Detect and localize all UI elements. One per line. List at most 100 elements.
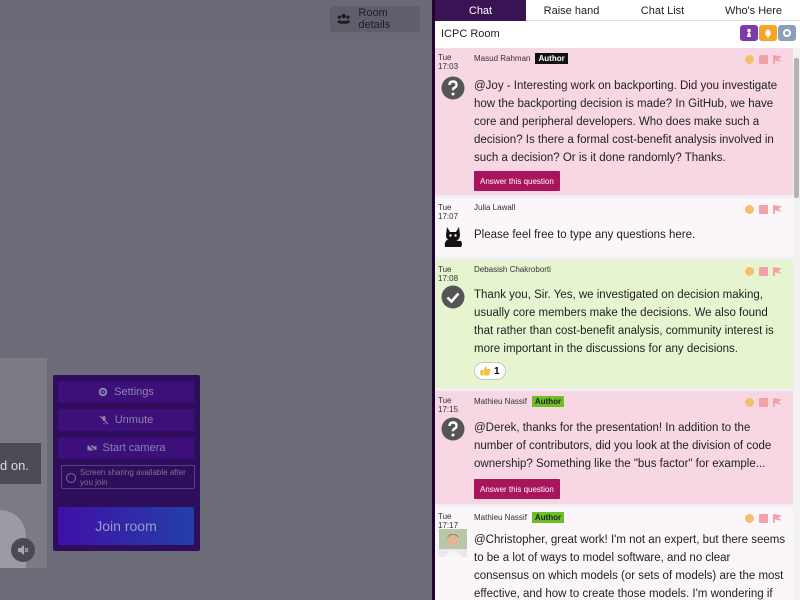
message-time: 17:03 — [438, 62, 459, 71]
top-bar: Room details — [0, 0, 432, 38]
gear-icon — [783, 29, 791, 37]
flag-icon[interactable] — [773, 55, 782, 64]
message-author: Debasish Chakroborti — [474, 265, 551, 274]
message-author: Mathieu Nassif — [474, 397, 527, 406]
message-text: @Christopher, great work! I'm not an exp… — [474, 534, 786, 600]
message-text: Please feel free to type any questions h… — [474, 229, 696, 241]
message-author: Mathieu Nassif — [474, 513, 527, 522]
flag-icon[interactable] — [773, 514, 782, 523]
room-details-button[interactable]: Room details — [330, 6, 420, 32]
message-actions — [745, 514, 782, 523]
trash-icon[interactable] — [759, 398, 768, 407]
chat-message: Tue 17:03 Masud Rahman Author @Joy - Int… — [435, 48, 793, 195]
answer-question-button[interactable]: Answer this question — [474, 479, 560, 499]
chat-panel: Chat Raise hand Chat List Who's Here ICP… — [435, 0, 800, 600]
message-timestamp: Tue 17:15 — [438, 396, 458, 414]
message-day: Tue — [438, 396, 452, 405]
start-camera-button[interactable]: Start camera — [58, 437, 194, 459]
chess-piece-icon — [747, 28, 751, 37]
flag-icon[interactable] — [773, 267, 782, 276]
start-camera-label: Start camera — [102, 442, 166, 454]
message-timestamp: Tue 17:17 — [438, 512, 458, 530]
trash-icon[interactable] — [759, 267, 768, 276]
video-status-text: d on. — [0, 458, 29, 473]
answer-question-button[interactable]: Answer this question — [474, 171, 560, 191]
trash-icon[interactable] — [759, 205, 768, 214]
trash-icon[interactable] — [759, 514, 768, 523]
message-header: Debasish Chakroborti — [474, 265, 551, 274]
message-actions — [745, 205, 782, 214]
screen-share-note: Screen sharing available after you join — [61, 465, 195, 489]
user-photo — [439, 529, 467, 557]
message-header: Julia Lawall — [474, 203, 515, 212]
message-list: Tue 17:03 Masud Rahman Author @Joy - Int… — [435, 48, 793, 600]
message-author: Julia Lawall — [474, 203, 516, 212]
message-time: 17:08 — [438, 274, 459, 283]
microphone-slash-icon — [99, 415, 109, 425]
message-header: Mathieu Nassif Author — [474, 512, 565, 523]
tab-chat-list[interactable]: Chat List — [617, 0, 708, 21]
join-room-button[interactable]: Join room — [58, 507, 194, 545]
flag-icon[interactable] — [773, 398, 782, 407]
notifications-button[interactable] — [759, 25, 777, 41]
chat-message: Tue 17:07 Julia Lawall Please feel free … — [435, 198, 793, 257]
smile-icon[interactable] — [745, 267, 754, 276]
camera-slash-icon — [87, 443, 97, 453]
message-day: Tue — [438, 53, 452, 62]
message-day: Tue — [438, 203, 452, 212]
question-icon — [441, 417, 465, 441]
message-actions — [745, 267, 782, 276]
message-timestamp: Tue 17:07 — [438, 203, 458, 221]
thumbs-up-icon — [480, 366, 491, 376]
cat-icon — [444, 227, 462, 247]
check-icon — [441, 285, 465, 309]
screen-share-text: Screen sharing available after you join — [80, 468, 186, 487]
unmute-button[interactable]: Unmute — [58, 409, 194, 431]
message-text: @Joy - Interesting work on backporting. … — [474, 80, 778, 164]
question-icon — [441, 76, 465, 100]
flag-icon[interactable] — [773, 205, 782, 214]
author-badge: Author — [531, 396, 565, 407]
settings-label: Settings — [114, 386, 154, 398]
message-actions — [745, 398, 782, 407]
chat-settings-button[interactable] — [778, 25, 796, 41]
reaction-count: 1 — [494, 365, 500, 377]
bell-icon — [765, 29, 771, 38]
tab-raise-hand[interactable]: Raise hand — [526, 0, 617, 21]
message-day: Tue — [438, 265, 452, 274]
tab-chat[interactable]: Chat — [435, 0, 526, 21]
message-text: @Derek, thanks for the presentation! In … — [474, 422, 772, 470]
chat-message: Tue 17:17 Mathieu Nassif Author @Christo… — [435, 507, 793, 600]
reaction-chip[interactable]: 1 — [474, 362, 506, 380]
message-actions — [745, 55, 782, 64]
smile-icon[interactable] — [745, 205, 754, 214]
message-time: 17:07 — [438, 212, 459, 221]
gear-icon — [98, 387, 108, 397]
message-timestamp: Tue 17:03 — [438, 53, 458, 71]
moderation-button[interactable] — [740, 25, 758, 41]
unmute-label: Unmute — [114, 414, 154, 426]
trash-icon[interactable] — [759, 55, 768, 64]
chat-message: Tue 17:08 Debasish Chakroborti Thank you… — [435, 260, 793, 388]
room-details-label: Room details — [358, 7, 391, 31]
smile-icon[interactable] — [745, 55, 754, 64]
smile-icon[interactable] — [745, 398, 754, 407]
settings-button[interactable]: Settings — [58, 381, 194, 403]
author-badge: Author — [535, 53, 568, 64]
chat-scrollbar[interactable] — [793, 48, 800, 600]
tab-whos-here[interactable]: Who's Here — [708, 0, 799, 21]
users-icon — [337, 13, 351, 24]
room-title: ICPC Room — [441, 28, 500, 40]
smile-icon[interactable] — [745, 514, 754, 523]
message-day: Tue — [438, 512, 452, 521]
mute-indicator[interactable] — [11, 538, 35, 562]
scrollbar-thumb[interactable] — [794, 58, 799, 198]
video-area: Room details d on. Settings Unmute Start… — [0, 0, 432, 600]
room-toolbar — [740, 25, 796, 41]
chat-tabs: Chat Raise hand Chat List Who's Here — [435, 0, 800, 21]
chat-message: Tue 17:15 Mathieu Nassif Author @Derek, … — [435, 391, 793, 504]
check-circle-icon — [66, 473, 76, 483]
message-time: 17:15 — [438, 405, 459, 414]
message-timestamp: Tue 17:08 — [438, 265, 458, 283]
author-badge: Author — [531, 512, 565, 523]
